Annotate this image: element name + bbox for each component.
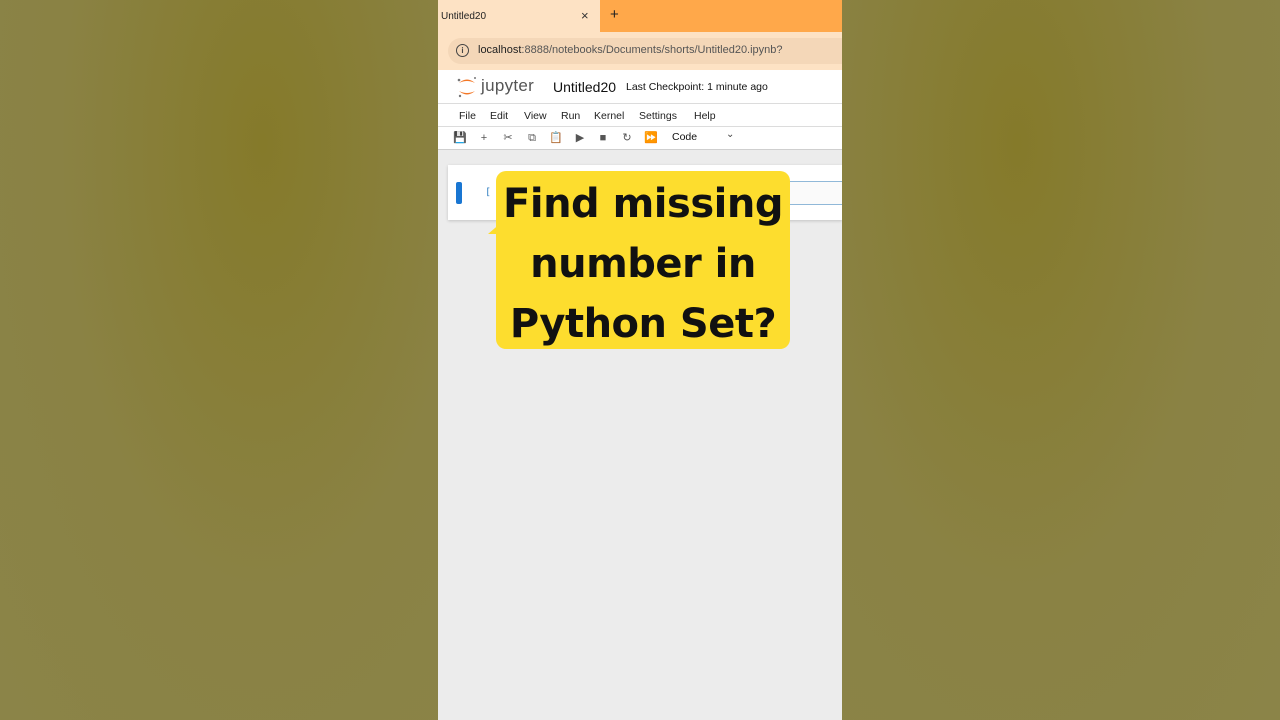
url-field[interactable]: i localhost:8888/notebooks/Documents/sho… <box>448 38 842 64</box>
url-host: localhost <box>478 44 522 56</box>
menu-file[interactable]: File <box>459 110 476 122</box>
jupyter-logo-icon[interactable] <box>456 75 478 99</box>
copy-icon[interactable]: ⧉ <box>524 130 540 146</box>
new-tab-icon[interactable]: + <box>610 6 619 23</box>
jupyter-header: jupyter Untitled20 Last Checkpoint: 1 mi… <box>438 70 842 104</box>
browser-tab-bar: Untitled20 × + <box>438 0 842 32</box>
menu-view[interactable]: View <box>524 110 547 122</box>
active-cell-marker <box>456 182 462 204</box>
close-icon[interactable]: × <box>581 8 589 23</box>
menu-help[interactable]: Help <box>694 110 716 122</box>
chevron-down-icon[interactable]: ⌄ <box>726 129 734 140</box>
caption-line-3: Python Set? <box>509 301 777 347</box>
caption-line-2: number in <box>530 241 756 287</box>
info-icon[interactable]: i <box>456 44 469 57</box>
phone-screen: Untitled20 × + i localhost:8888/notebook… <box>438 0 842 720</box>
menu-kernel[interactable]: Kernel <box>594 110 624 122</box>
add-cell-icon[interactable]: + <box>476 130 492 146</box>
cell-prompt: [ <box>485 187 492 198</box>
caption-line-1: Find missing <box>503 181 783 227</box>
menu-settings[interactable]: Settings <box>639 110 677 122</box>
address-bar: i localhost:8888/notebooks/Documents/sho… <box>438 32 842 70</box>
cut-icon[interactable]: ✂ <box>500 130 516 146</box>
checkpoint-status: Last Checkpoint: 1 minute ago <box>626 81 768 93</box>
cell-type-select[interactable]: Code <box>672 131 697 143</box>
run-all-icon[interactable]: ⏩ <box>643 130 659 146</box>
save-icon[interactable]: 💾 <box>452 130 468 146</box>
caption-text: Find missing number in Python Set? <box>496 174 790 354</box>
browser-tab[interactable]: Untitled20 × <box>438 0 600 32</box>
menu-bar: File Edit View Run Kernel Settings Help <box>438 104 842 127</box>
background-right <box>842 0 1280 720</box>
background-left <box>0 0 438 720</box>
restart-icon[interactable]: ↻ <box>619 130 635 146</box>
url-path: :8888/notebooks/Documents/shorts/Untitle… <box>521 44 783 56</box>
paste-icon[interactable]: 📋 <box>548 130 564 146</box>
tab-title: Untitled20 <box>441 11 487 22</box>
stop-icon[interactable]: ■ <box>595 130 611 146</box>
menu-edit[interactable]: Edit <box>490 110 508 122</box>
menu-run[interactable]: Run <box>561 110 580 122</box>
notebook-toolbar: 💾 + ✂ ⧉ 📋 ▶ ■ ↻ ⏩ Code ⌄ <box>438 127 842 150</box>
jupyter-wordmark: jupyter <box>481 76 535 95</box>
run-icon[interactable]: ▶ <box>572 130 588 146</box>
url-text: localhost:8888/notebooks/Documents/short… <box>478 44 783 56</box>
notebook-title[interactable]: Untitled20 <box>553 79 616 95</box>
